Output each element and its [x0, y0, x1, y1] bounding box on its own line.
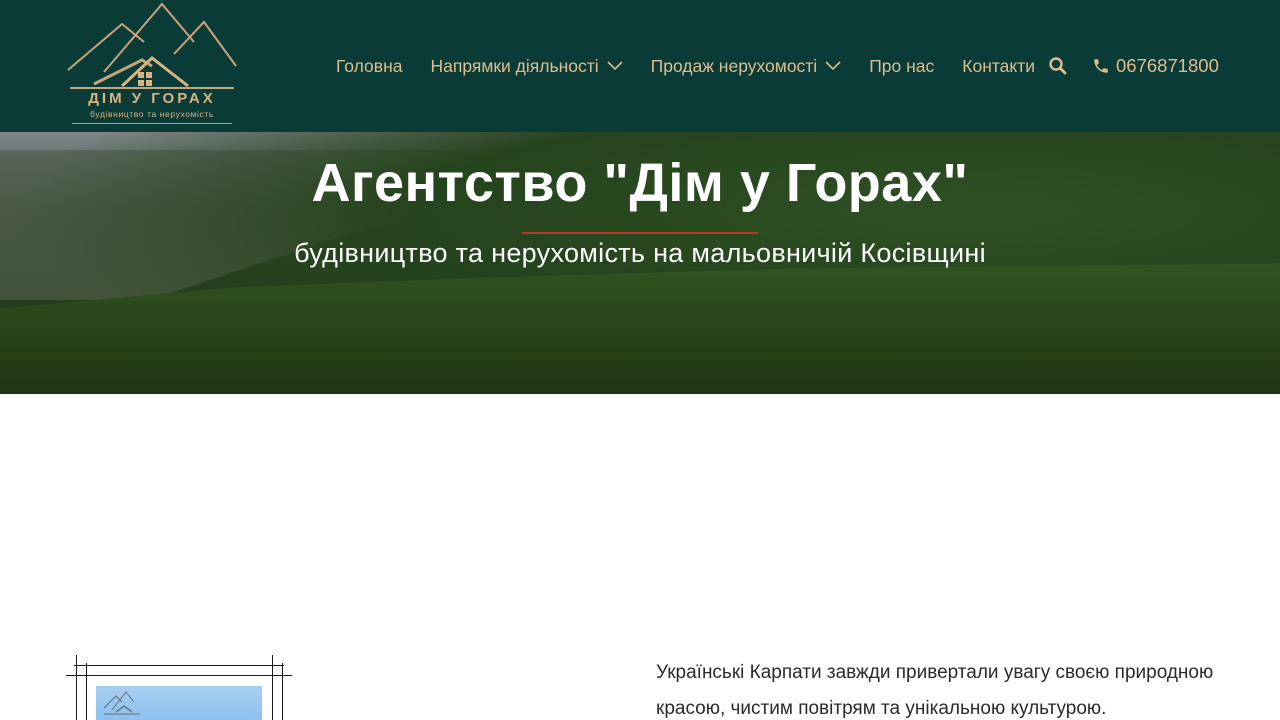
search-icon — [1049, 57, 1067, 75]
nav-label: Про нас — [869, 55, 935, 76]
nav-item-real-estate[interactable]: Продаж нерухомості — [651, 56, 842, 77]
chevron-down-icon — [825, 61, 841, 71]
hero-banner: Агентство "Дім у Горах" будівництво та н… — [0, 132, 1280, 394]
phone-icon — [1094, 59, 1108, 73]
nav-label: Головна — [336, 55, 403, 76]
site-logo[interactable]: ДІМ У ГОРАХ будівництво та нерухомість — [64, 2, 240, 130]
hero-subtitle: будівництво та нерухомість на мальовничі… — [294, 238, 986, 268]
logo-subtitle: будівництво та нерухомість — [90, 109, 214, 119]
mini-logo-icon — [103, 691, 140, 715]
phone-link[interactable]: 0676871800 — [1092, 52, 1219, 80]
mountain-logo-icon — [67, 2, 237, 89]
logo-title: ДІМ У ГОРАХ — [88, 90, 216, 107]
nav-label: Контакти — [962, 55, 1036, 76]
chevron-down-icon — [607, 61, 623, 71]
nav-item-about[interactable]: Про нас — [869, 56, 934, 77]
nav-item-services[interactable]: Напрямки діяльності — [431, 56, 623, 77]
hero-divider — [522, 232, 758, 234]
main-nav: Головна Напрямки діяльності Продаж нерух… — [336, 52, 1063, 80]
nav-item-home[interactable]: Головна — [336, 56, 403, 77]
nav-item-contacts[interactable]: Контакти — [962, 56, 1035, 77]
logo-underline — [72, 123, 232, 124]
search-button[interactable] — [1048, 56, 1068, 76]
hero-title: Агентство "Дім у Горах" — [311, 153, 969, 213]
intro-paragraph: Українські Карпати завжди привертали ува… — [656, 662, 1214, 719]
nav-label: Продаж нерухомості — [650, 55, 818, 76]
nav-label: Напрямки діяльності — [430, 55, 599, 76]
intro-image — [96, 686, 262, 720]
phone-number: 0676871800 — [1116, 55, 1219, 76]
site-header: ДІМ У ГОРАХ будівництво та нерухомість Г… — [0, 0, 1280, 132]
